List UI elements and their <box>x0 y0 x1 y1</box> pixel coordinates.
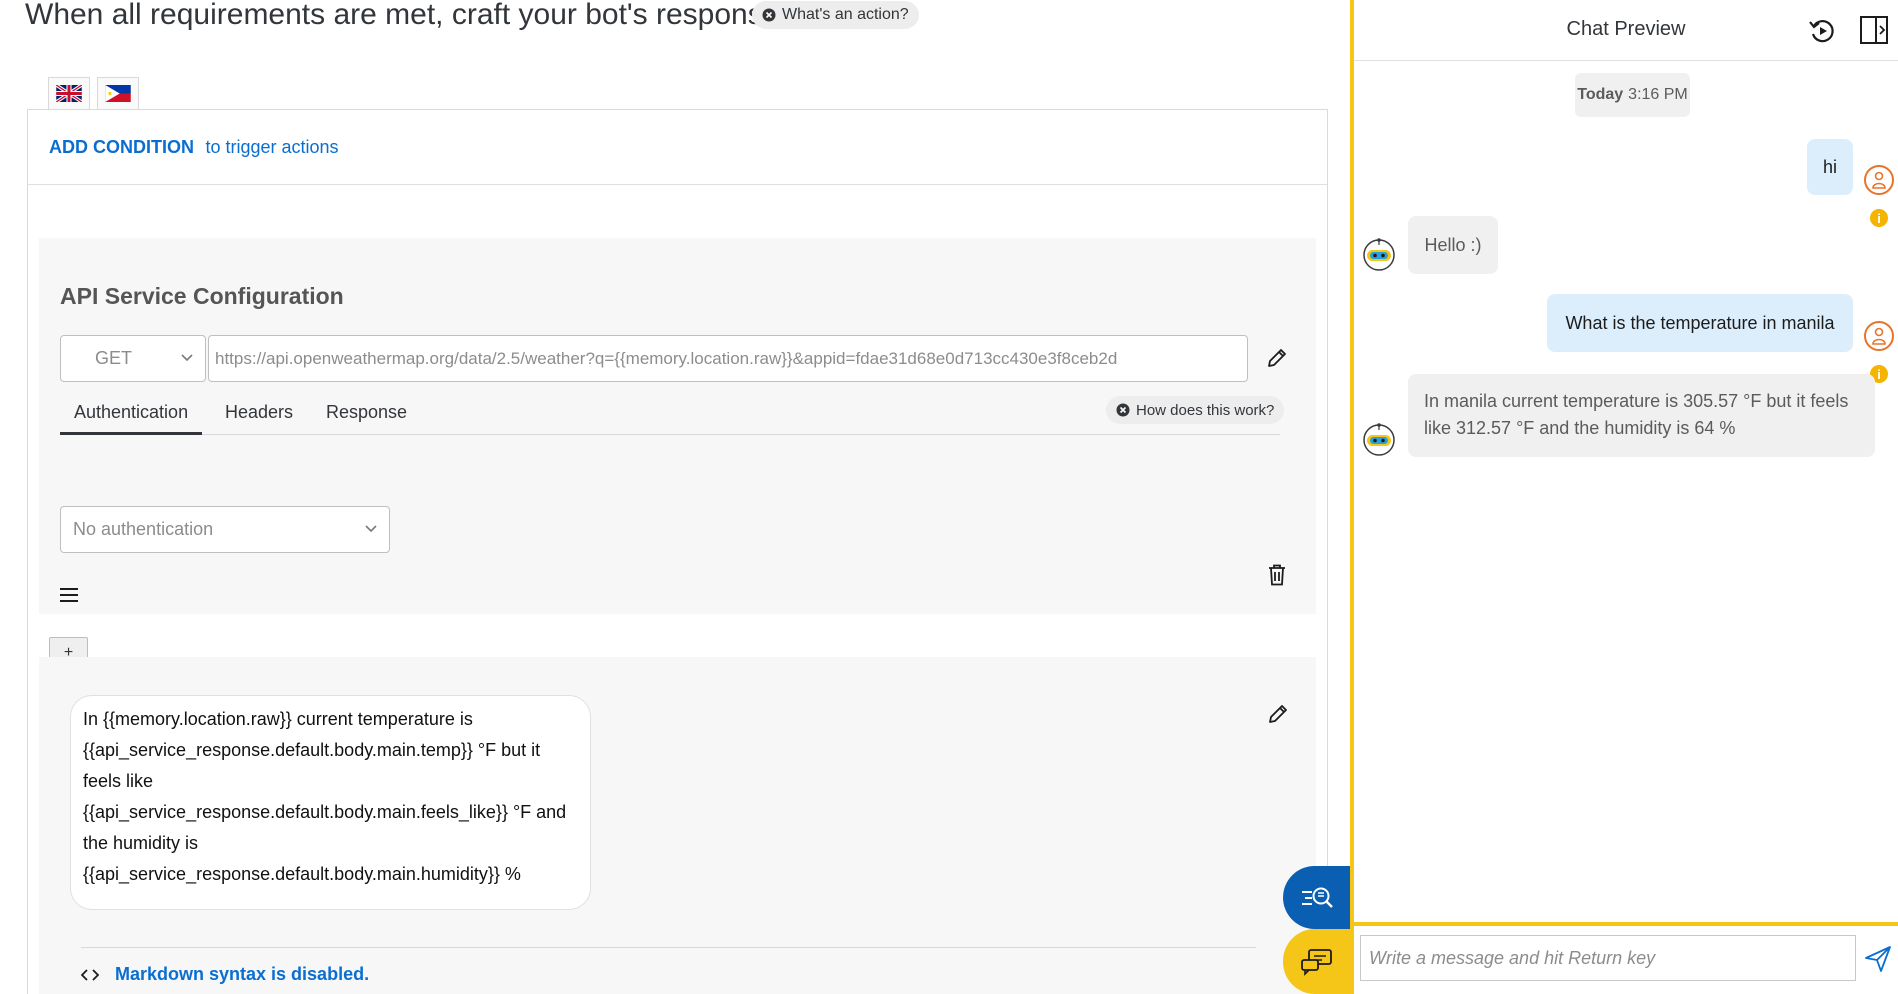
api-config-heading: API Service Configuration <box>60 283 344 309</box>
bot-message: Hello :) <box>1408 216 1498 274</box>
active-tab-indicator <box>60 432 202 435</box>
tabs-divider <box>60 434 1280 435</box>
reset-chat-button[interactable] <box>1808 17 1836 45</box>
url-value: https://api.openweathermap.org/data/2.5/… <box>215 348 1118 368</box>
chat-bubbles-icon <box>1300 948 1334 976</box>
trigger-actions-text: to trigger actions <box>205 137 339 157</box>
composer: Write a message and hit Return key <box>1354 922 1898 994</box>
page-title: When all requirements are met, craft you… <box>25 0 780 31</box>
bot-message-line: like 312.57 °F and the humidity is 64 % <box>1424 418 1736 438</box>
restart-icon <box>1808 17 1836 45</box>
url-input[interactable]: https://api.openweathermap.org/data/2.5/… <box>208 335 1248 382</box>
message-divider <box>81 947 1256 948</box>
panel-collapse-icon <box>1859 15 1889 45</box>
user-avatar <box>1864 165 1894 195</box>
menu-lines-icon <box>59 587 79 603</box>
send-icon <box>1864 945 1892 973</box>
user-icon <box>1871 171 1887 189</box>
auth-select-value: No authentication <box>73 519 214 539</box>
user-icon <box>1871 327 1887 345</box>
bot-message: In manila current temperature is 305.57 … <box>1408 374 1875 457</box>
message-line: {{api_service_response.default.body.main… <box>83 864 521 884</box>
user-message: What is the temperature in manila <box>1547 294 1853 352</box>
send-button[interactable] <box>1864 945 1892 973</box>
date-separator: Today 3:16 PM <box>1575 73 1690 117</box>
how-does-this-work-button[interactable]: How does this work? <box>1106 396 1285 424</box>
code-brackets-icon <box>81 968 99 981</box>
chat-preview-fab[interactable] <box>1283 929 1350 994</box>
markdown-toggle[interactable]: Markdown syntax is disabled. <box>81 964 369 985</box>
user-avatar <box>1864 321 1894 351</box>
edit-message-button[interactable] <box>1267 703 1289 725</box>
trash-icon <box>1268 564 1286 586</box>
robot-icon <box>1362 422 1396 456</box>
philippines-flag-icon <box>105 85 131 102</box>
message-line: {{api_service_response.default.body.main… <box>83 740 541 760</box>
date-label: Today <box>1577 86 1624 103</box>
drag-handle-button[interactable] <box>59 587 79 603</box>
user-message: hi <box>1807 139 1853 195</box>
message-input[interactable]: Write a message and hit Return key <box>1360 935 1856 981</box>
delete-api-button[interactable] <box>1268 564 1286 586</box>
time-label: 3:16 PM <box>1628 86 1688 103</box>
pencil-icon <box>1266 347 1288 369</box>
chat-preview-panel: Chat Preview Today 3:16 PM hi i Hello :)… <box>1350 0 1898 994</box>
info-icon[interactable]: i <box>1870 209 1888 227</box>
whats-action-label: What's an action? <box>782 6 909 23</box>
action-card: ADD CONDITION to trigger actions API Ser… <box>27 109 1328 994</box>
tab-response[interactable]: Response <box>326 402 407 423</box>
debug-fab[interactable] <box>1283 866 1350 929</box>
response-editor: When all requirements are met, craft you… <box>0 0 1350 994</box>
message-line: feels like <box>83 771 154 791</box>
add-condition-link[interactable]: ADD CONDITION <box>49 137 194 157</box>
method-value: GET <box>95 348 133 368</box>
search-list-icon <box>1300 883 1334 913</box>
chevron-down-icon <box>365 524 377 534</box>
close-circle-icon <box>762 8 776 22</box>
edit-url-button[interactable] <box>1266 347 1288 369</box>
api-service-panel: API Service Configuration GET https://ap… <box>39 238 1316 614</box>
bot-avatar <box>1362 422 1396 456</box>
robot-icon <box>1362 237 1396 271</box>
language-tab-en[interactable] <box>48 77 90 109</box>
message-panel: In {{memory.location.raw}} current tempe… <box>39 657 1316 994</box>
message-line: the humidity is <box>83 833 199 853</box>
message-line: In {{memory.location.raw}} current tempe… <box>83 709 473 729</box>
method-select[interactable]: GET <box>60 335 206 382</box>
markdown-status: Markdown syntax is disabled. <box>115 964 370 984</box>
message-line: {{api_service_response.default.body.main… <box>83 802 567 822</box>
authentication-select[interactable]: No authentication <box>60 506 390 553</box>
pencil-icon <box>1267 703 1289 725</box>
message-bubble[interactable]: In {{memory.location.raw}} current tempe… <box>70 695 591 910</box>
bot-message-line: In manila current temperature is 305.57 … <box>1424 391 1849 411</box>
chat-header: Chat Preview <box>1354 0 1898 61</box>
chevron-down-icon <box>181 353 193 363</box>
whats-action-button[interactable]: What's an action? <box>752 1 919 29</box>
add-condition-row: ADD CONDITION to trigger actions <box>28 110 1327 185</box>
close-circle-icon <box>1116 403 1130 417</box>
bot-avatar <box>1362 237 1396 271</box>
message-input-placeholder: Write a message and hit Return key <box>1369 947 1656 968</box>
tab-authentication[interactable]: Authentication <box>74 402 188 423</box>
how-works-label: How does this work? <box>1136 401 1275 419</box>
collapse-panel-button[interactable] <box>1859 15 1889 45</box>
tab-headers[interactable]: Headers <box>225 402 293 423</box>
language-tab-ph[interactable] <box>97 77 139 109</box>
uk-flag-icon <box>56 85 82 102</box>
